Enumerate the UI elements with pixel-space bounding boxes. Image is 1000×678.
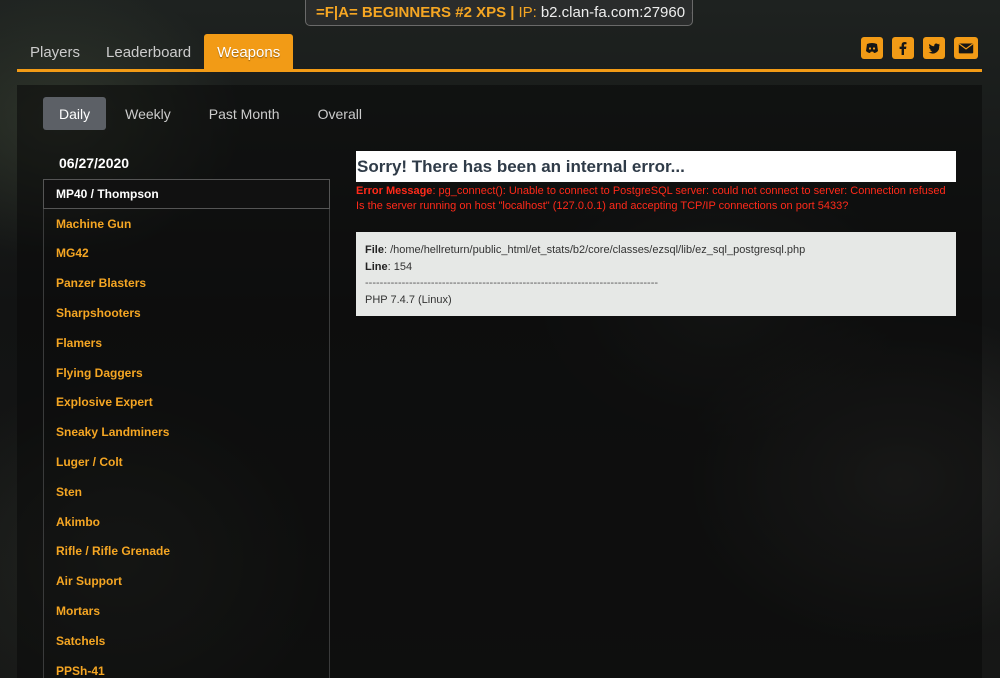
error-line: : 154 (387, 260, 413, 273)
weapon-item[interactable]: Machine Gun (44, 209, 329, 239)
error-details: File: /home/hellreturn/public_html/et_st… (356, 232, 956, 316)
period-tab-weekly[interactable]: Weekly (106, 97, 190, 130)
nav-tab-players[interactable]: Players (17, 34, 93, 70)
weapons-list: MP40 / Thompson Machine Gun MG42 Panzer … (43, 179, 330, 678)
nav-divider (17, 69, 982, 72)
period-tabs: Daily Weekly Past Month Overall (43, 97, 381, 130)
weapon-item[interactable]: Akimbo (44, 507, 329, 537)
error-separator: ----------------------------------------… (365, 277, 659, 289)
error-line-label: Line (365, 260, 388, 273)
error-message-text: : pg_connect(): Unable to connect to Pos… (356, 185, 946, 212)
weapon-item[interactable]: Sten (44, 477, 329, 507)
weapon-item[interactable]: Explosive Expert (44, 388, 329, 418)
nav-tab-weapons[interactable]: Weapons (204, 34, 294, 70)
weapons-sidebar: 06/27/2020 MP40 / Thompson Machine Gun M… (43, 146, 330, 678)
period-tab-overall[interactable]: Overall (299, 97, 381, 130)
error-message-label: Error Message (356, 185, 433, 197)
main-nav: Players Leaderboard Weapons (17, 34, 294, 70)
error-file: : /home/hellreturn/public_html/et_stats/… (383, 244, 806, 256)
period-tab-daily[interactable]: Daily (43, 97, 107, 130)
email-icon[interactable] (954, 37, 978, 59)
error-message: Error Message: pg_connect(): Unable to c… (356, 184, 946, 214)
period-tab-past-month[interactable]: Past Month (190, 97, 299, 130)
twitter-icon[interactable] (923, 37, 945, 59)
weapon-item[interactable]: MG42 (44, 239, 329, 269)
error-title: Sorry! There has been an internal error.… (356, 151, 956, 182)
weapon-item[interactable]: Flying Daggers (44, 358, 329, 388)
weapon-item[interactable]: Satchels (44, 626, 329, 656)
weapon-item[interactable]: Air Support (44, 566, 329, 596)
facebook-icon[interactable] (892, 37, 914, 59)
weapon-item[interactable]: Flamers (44, 328, 329, 358)
date-heading: 06/27/2020 (59, 154, 130, 171)
server-ip-label: IP: (518, 4, 537, 21)
weapon-item[interactable]: Rifle / Rifle Grenade (44, 537, 329, 567)
weapon-item[interactable]: PPSh-41 (44, 656, 329, 678)
weapon-item[interactable]: Sharpshooters (44, 298, 329, 328)
social-links (861, 37, 978, 59)
chevron-down-icon (691, 12, 692, 13)
nav-tab-leaderboard[interactable]: Leaderboard (93, 34, 204, 70)
weapon-item[interactable]: Sneaky Landminers (44, 417, 329, 447)
weapon-item[interactable]: MP40 / Thompson (43, 179, 330, 209)
weapon-item[interactable]: Mortars (44, 596, 329, 626)
server-name: =F|A= BEGINNERS #2 XPS | (316, 4, 515, 21)
discord-icon[interactable] (861, 37, 883, 59)
server-ip: b2.clan-fa.com:27960 (540, 4, 686, 21)
weapon-item[interactable]: Panzer Blasters (44, 268, 329, 298)
weapon-item[interactable]: Luger / Colt (44, 447, 329, 477)
php-version: PHP 7.4.7 (Linux) (365, 293, 452, 306)
error-file-label: File (365, 244, 384, 256)
server-selector[interactable]: =F|A= BEGINNERS #2 XPS | IP: b2.clan-fa.… (305, 0, 693, 26)
